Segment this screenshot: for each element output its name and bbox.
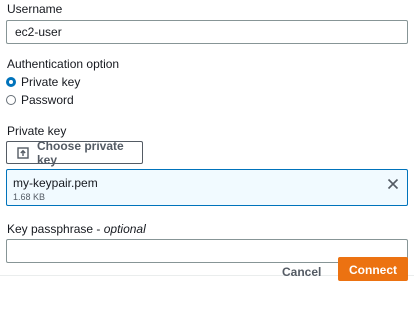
choose-private-key-button[interactable]: Choose private key [6, 138, 143, 167]
radio-unchecked-icon[interactable] [6, 95, 16, 105]
radio-password-label: Password [21, 93, 74, 107]
connect-button[interactable]: Connect [338, 257, 408, 281]
passphrase-label: Key passphrase - optional [7, 222, 146, 236]
passphrase-label-text: Key passphrase [7, 222, 94, 236]
passphrase-separator: - [93, 222, 104, 236]
cancel-button[interactable]: Cancel [276, 260, 326, 282]
close-icon[interactable] [387, 177, 399, 190]
connect-form: Username ec2-user Authentication option … [0, 0, 414, 313]
radio-private-key[interactable]: Private key [6, 74, 80, 90]
private-key-label: Private key [7, 124, 67, 138]
username-label: Username [7, 2, 63, 16]
upload-icon [17, 146, 29, 159]
auth-option-label: Authentication option [7, 57, 120, 71]
file-size: 1.68 KB [13, 192, 46, 202]
choose-private-key-label: Choose private key [37, 138, 124, 167]
file-name: my-keypair.pem [13, 176, 98, 190]
radio-password[interactable]: Password [6, 92, 74, 108]
selected-file-card: my-keypair.pem 1.68 KB [6, 169, 408, 206]
radio-checked-icon[interactable] [6, 77, 16, 87]
username-input[interactable]: ec2-user [6, 20, 408, 44]
passphrase-optional: optional [103, 222, 146, 236]
radio-private-key-label: Private key [21, 75, 81, 89]
